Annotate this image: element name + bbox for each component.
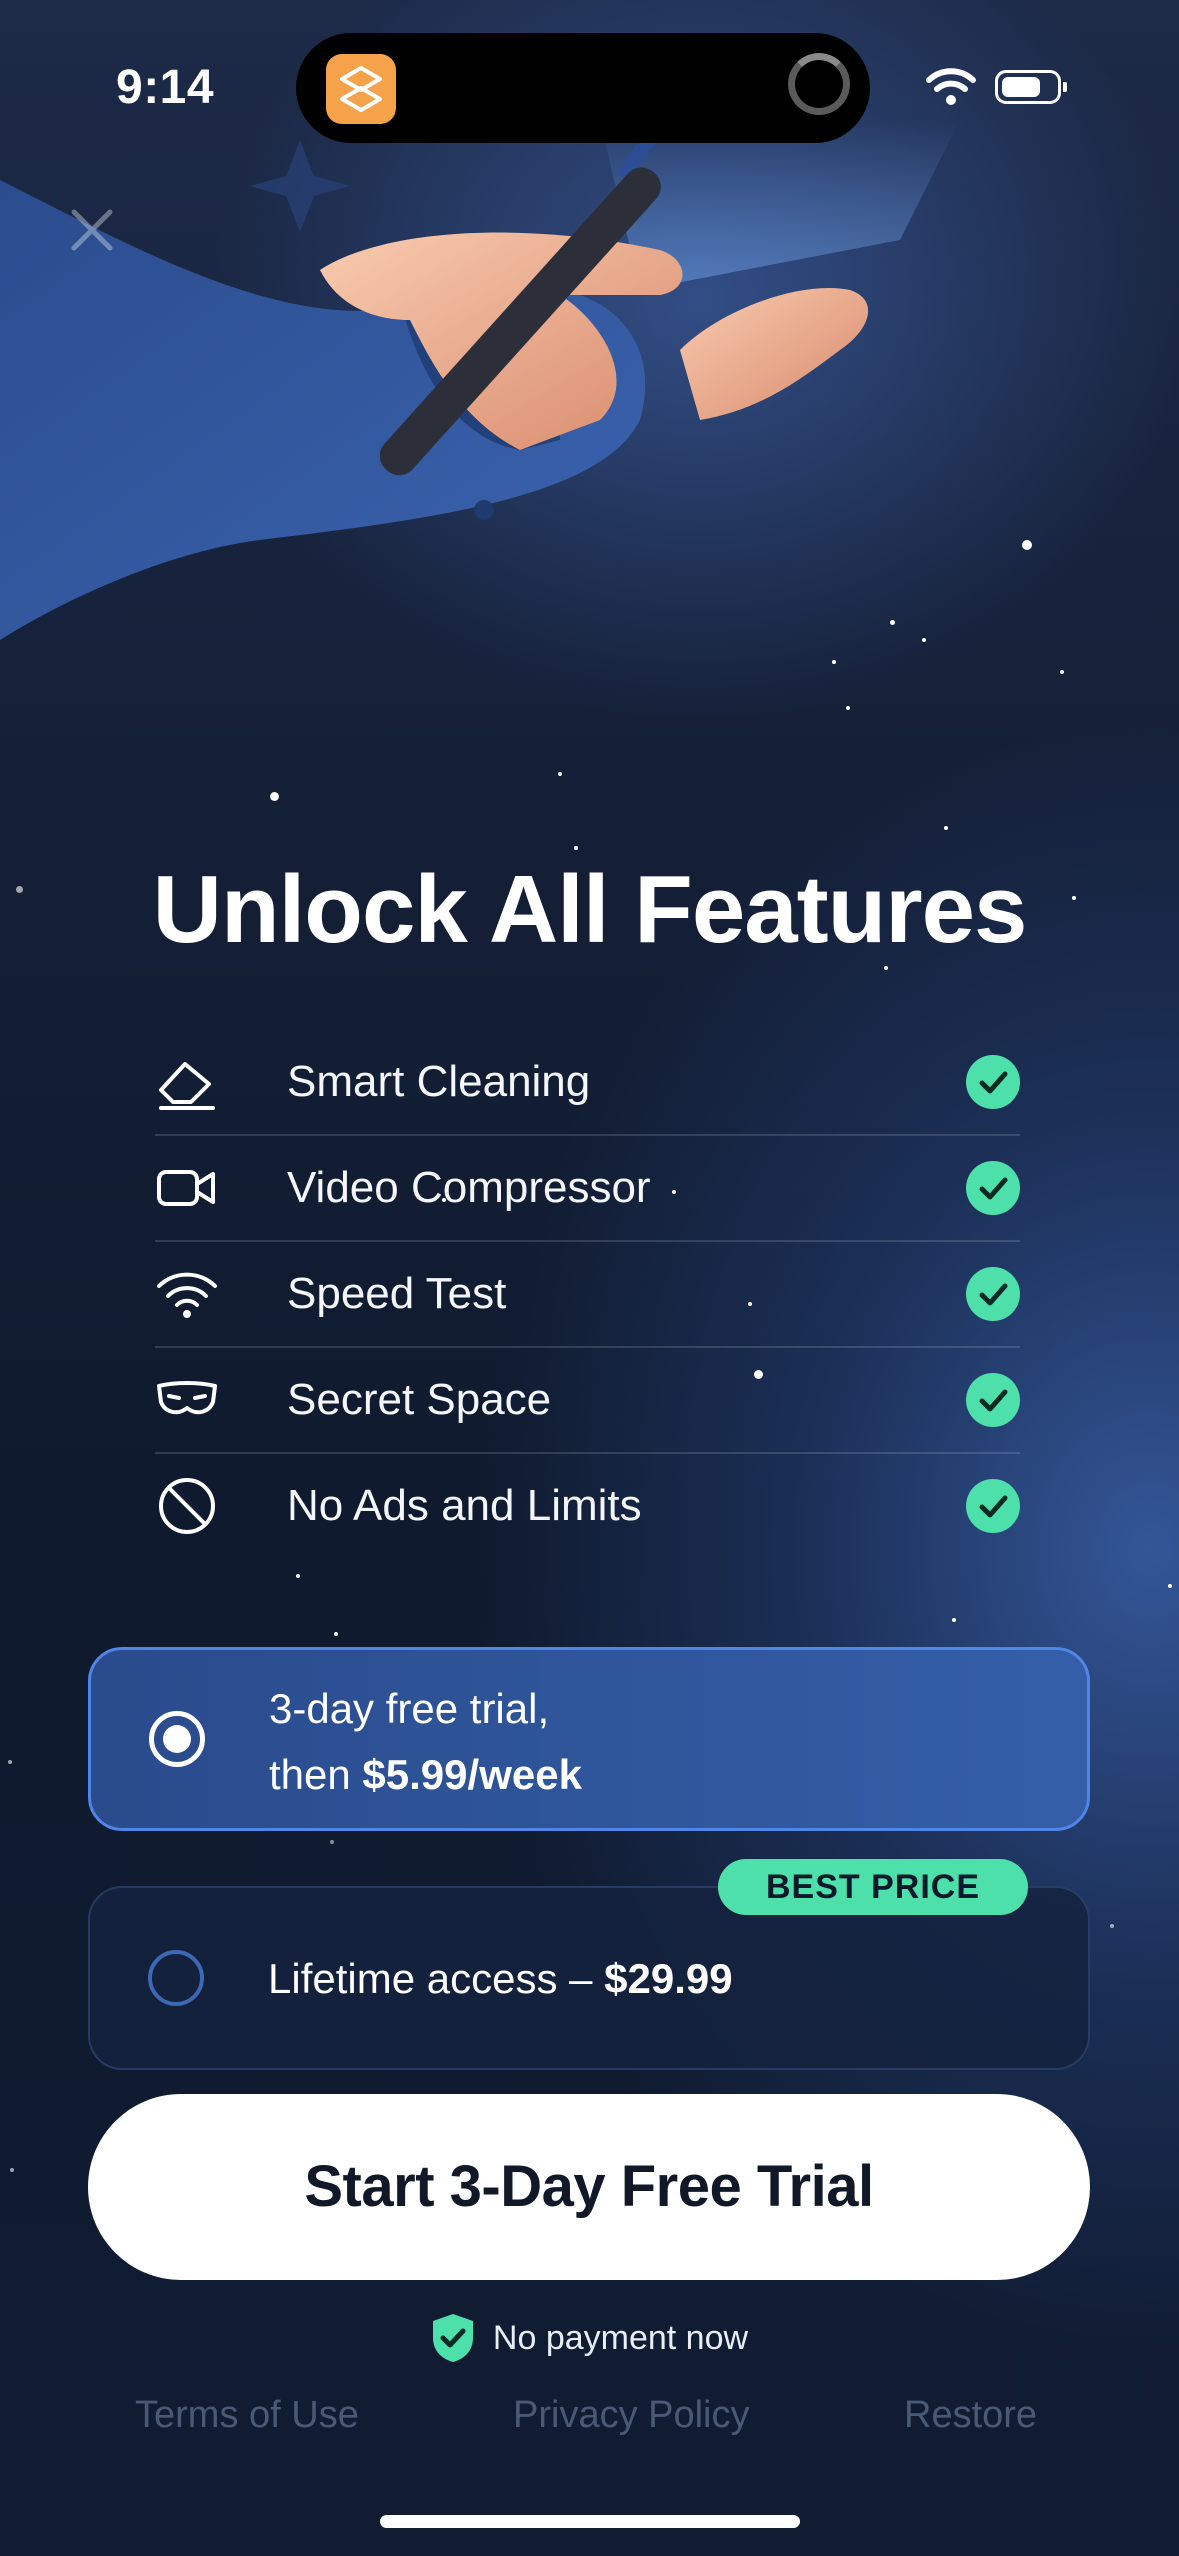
- no-payment-note: No payment now: [0, 2312, 1179, 2373]
- close-icon[interactable]: [66, 204, 118, 256]
- dynamic-island: [296, 33, 870, 143]
- start-trial-button[interactable]: Start 3-Day Free Trial: [88, 2094, 1090, 2280]
- feature-label: No Ads and Limits: [287, 1481, 642, 1530]
- check-icon: [966, 1373, 1020, 1427]
- plan-lifetime-price: $29.99: [604, 1955, 733, 2002]
- feature-list: Smart Cleaning Video Compressor Speed Te…: [155, 1030, 1020, 1558]
- list-item: Smart Cleaning: [155, 1030, 1020, 1136]
- list-item: Secret Space: [155, 1348, 1020, 1454]
- radio-selected[interactable]: [149, 1711, 205, 1767]
- restore-link[interactable]: Restore: [904, 2394, 1037, 2437]
- check-icon: [966, 1161, 1020, 1215]
- status-time: 9:14: [116, 61, 215, 114]
- wifi-icon: [157, 1272, 217, 1318]
- mask-icon: [157, 1381, 217, 1415]
- video-camera-icon: [157, 1170, 215, 1206]
- shield-check-icon: [432, 2314, 473, 2362]
- progress-spinner-icon: [788, 53, 850, 115]
- check-icon: [966, 1479, 1020, 1533]
- plan-lifetime-prefix: Lifetime access –: [268, 1955, 605, 2002]
- eraser-icon: [159, 1062, 215, 1110]
- check-icon: [966, 1267, 1020, 1321]
- home-indicator[interactable]: [380, 2515, 800, 2528]
- radio-unselected[interactable]: [148, 1950, 204, 2006]
- plan-option-trial[interactable]: 3-day free trial, then $5.99/week: [88, 1647, 1090, 1831]
- plan-description: 3-day free trial, then $5.99/week: [269, 1676, 582, 1808]
- feature-label: Video Compressor: [287, 1163, 651, 1212]
- feature-label: Smart Cleaning: [287, 1057, 591, 1106]
- feature-label: Secret Space: [287, 1375, 552, 1424]
- no-payment-text: No payment now: [492, 2318, 749, 2357]
- hero-illustration: [0, 120, 960, 640]
- battery-icon: [995, 70, 1067, 104]
- wifi-icon: [926, 68, 976, 105]
- list-item: Video Compressor: [155, 1136, 1020, 1242]
- terms-link[interactable]: Terms of Use: [135, 2394, 359, 2437]
- live-activity-app-icon: [326, 54, 396, 124]
- plan-trial-line2: then $5.99/week: [269, 1742, 582, 1808]
- page-title: Unlock All Features: [152, 856, 1028, 963]
- feature-label: Speed Test: [287, 1269, 507, 1318]
- battery-level: [1002, 77, 1040, 97]
- plan-trial-line1: 3-day free trial,: [269, 1685, 550, 1732]
- plan-description: Lifetime access – $29.99: [268, 1946, 733, 2012]
- list-item: Speed Test: [155, 1242, 1020, 1348]
- no-sign-icon: [159, 1478, 215, 1534]
- list-item: No Ads and Limits: [155, 1454, 1020, 1558]
- plan-trial-price: $5.99/week: [362, 1751, 582, 1798]
- plan-trial-prefix: then: [269, 1751, 363, 1798]
- privacy-link[interactable]: Privacy Policy: [513, 2394, 750, 2437]
- best-price-badge: BEST PRICE: [718, 1859, 1028, 1915]
- check-icon: [966, 1055, 1020, 1109]
